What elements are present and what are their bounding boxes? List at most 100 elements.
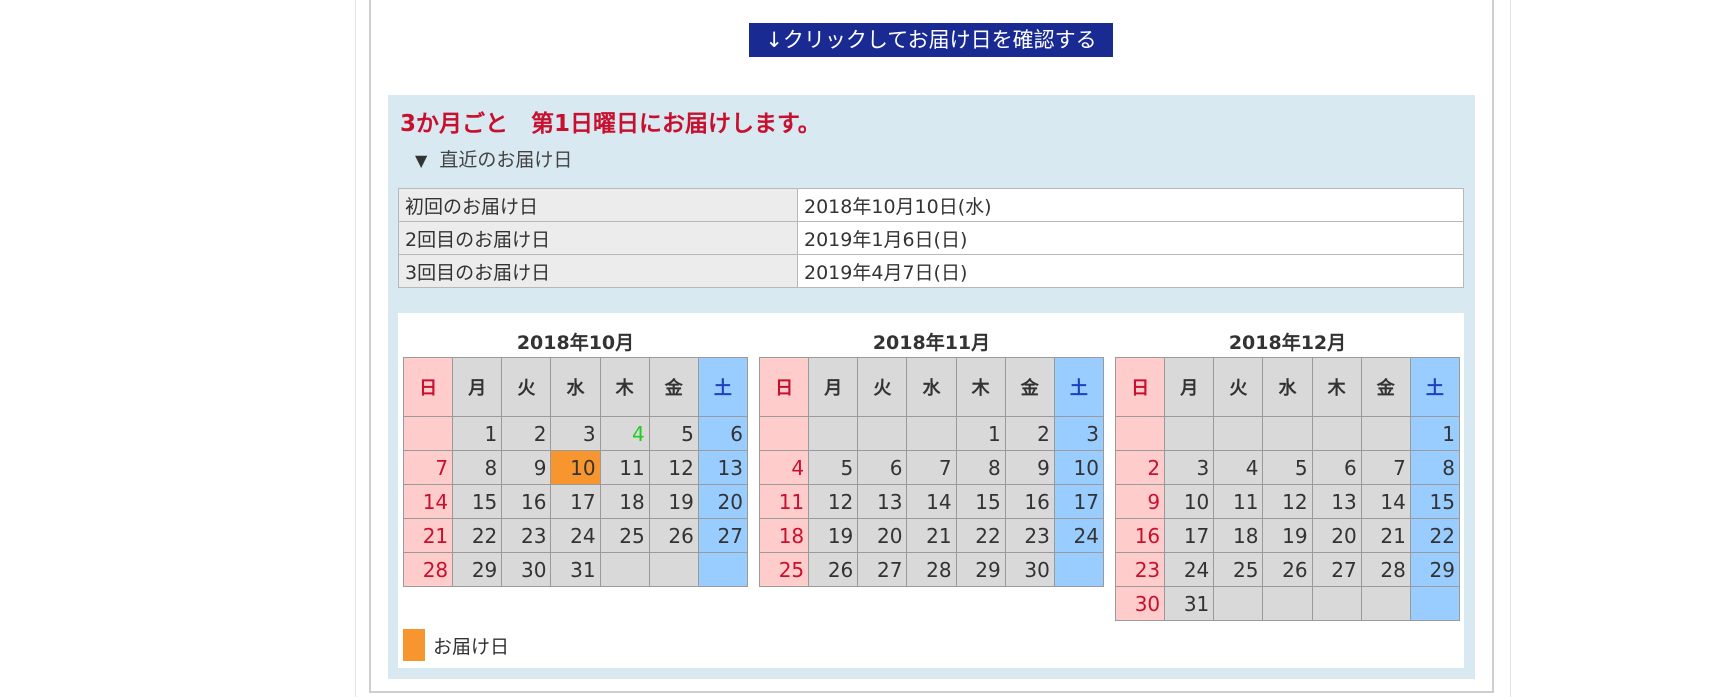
calendar-day: 21: [906, 518, 957, 553]
weekday-header: 金: [1360, 357, 1411, 417]
calendar-grid: 日月火水木金土 1 2 3 4 5 6 7 8 9 10 11 12 13 14 15 16 17 18 19 20 21…: [402, 357, 749, 587]
calendar-day: 28: [906, 552, 957, 587]
calendar-day: 16: [501, 484, 552, 519]
calendar-day: 4: [758, 450, 810, 485]
calendar-empty-cell: [697, 552, 749, 587]
calendar-day: 21: [1360, 518, 1411, 553]
calendar-day: 8: [452, 450, 503, 485]
weekday-header: 火: [501, 357, 552, 417]
calendar-day: 12: [808, 484, 859, 519]
delivery-date: 2019年4月7日(日): [797, 254, 1464, 288]
table-row: 3回目のお届け日 2019年4月7日(日): [398, 254, 1464, 288]
delivery-panel: 3か月ごと 第1日曜日にお届けします。 ▼ 直近のお届け日 初回のお届け日 201…: [388, 95, 1475, 679]
delivery-date: 2019年1月6日(日): [797, 221, 1464, 255]
calendar-day: 2: [1004, 416, 1055, 451]
calendar-empty-cell: [857, 416, 908, 451]
recent-deliveries-label: 直近のお届け日: [439, 149, 573, 171]
calendar-day: 30: [501, 552, 552, 587]
calendar-day: 7: [402, 450, 454, 485]
calendar-day: 1: [452, 416, 503, 451]
calendar-day: 11: [758, 484, 810, 519]
calendar-month: 2018年11月 日月火水木金土 1 2 3 4 5 6 7 8 9 10 11 12 13 14 15 16 1…: [758, 329, 1105, 587]
weekday-header-row: 日月火水木金土: [758, 357, 1105, 417]
weekday-header: 金: [648, 357, 699, 417]
calendar-day: 9: [1004, 450, 1055, 485]
delivery-schedule-title: 3か月ごと 第1日曜日にお届けします。: [400, 111, 821, 137]
calendar-day: 10: [1053, 450, 1105, 485]
calendar-week-row: 123: [758, 416, 1105, 451]
calendar-empty-cell: [1311, 416, 1362, 451]
calendar-day: 7: [906, 450, 957, 485]
calendar-day: 17: [550, 484, 601, 519]
calendar-day: 6: [697, 416, 749, 451]
calendar-day: 22: [1409, 518, 1461, 553]
calendar-day: 29: [452, 552, 503, 587]
recent-deliveries-toggle[interactable]: ▼ 直近のお届け日: [415, 145, 572, 172]
calendar-empty-cell: [402, 416, 454, 451]
calendar-empty-cell: [1114, 416, 1166, 451]
calendar-day: 22: [955, 518, 1006, 553]
calendar-empty-cell: [808, 416, 859, 451]
calendar-grid: 日月火水木金土 1 2 3 4 5 6 7 8 9 10 11 12 13 14 15 16 17 18 19 20 21…: [1114, 357, 1461, 621]
calendar-day: 2: [501, 416, 552, 451]
confirm-delivery-button[interactable]: ↓クリックしてお届け日を確認する: [749, 23, 1113, 57]
delivery-label: 3回目のお届け日: [398, 254, 798, 288]
calendar-week-row: 2345678: [1114, 450, 1461, 485]
weekday-header: 月: [452, 357, 503, 417]
calendar-week-row: 28 29 30 31: [402, 552, 749, 587]
calendar-day: 30: [1114, 586, 1166, 621]
weekday-header: 日: [758, 357, 810, 417]
calendar-day: 15: [1409, 484, 1461, 519]
calendar-day: 16: [1114, 518, 1166, 553]
calendar-day: 9: [501, 450, 552, 485]
calendar-day: 8: [1409, 450, 1461, 485]
calendar-day: 24: [1164, 552, 1215, 587]
calendar-day: 27: [857, 552, 908, 587]
calendar-day: 21: [402, 518, 454, 553]
delivery-dates-table: 初回のお届け日 2018年10月10日(水) 2回目のお届け日 2019年1月6…: [398, 188, 1464, 288]
calendar-week-row: 14 15 16 17 18 19 20: [402, 484, 749, 519]
calendar-day: 15: [955, 484, 1006, 519]
calendar-empty-cell: [1213, 416, 1264, 451]
calendar-week-row: 21 22 23 24 25 26 27: [402, 518, 749, 553]
weekday-header: 月: [1164, 357, 1215, 417]
calendar-week-row: 123456: [402, 416, 749, 451]
calendar-day: 14: [402, 484, 454, 519]
calendar-day: 3: [1053, 416, 1105, 451]
calendar-week-row: 1: [1114, 416, 1461, 451]
legend-label: お届け日: [433, 635, 510, 658]
calendar-day: 24: [1053, 518, 1105, 553]
weekday-header: 土: [697, 357, 749, 417]
calendar-day: 13: [697, 450, 749, 485]
calendar-day: 19: [1262, 518, 1313, 553]
calendar-empty-cell: [906, 416, 957, 451]
table-row: 初回のお届け日 2018年10月10日(水): [398, 188, 1464, 222]
calendar-week-row: 11 12 13 14 15 16 17: [758, 484, 1105, 519]
delivery-date: 2018年10月10日(水): [797, 188, 1464, 222]
calendar-empty-cell: [1213, 586, 1264, 621]
calendar-day: 19: [648, 484, 699, 519]
delivery-label: 初回のお届け日: [398, 188, 798, 222]
calendar-day: 10: [1164, 484, 1215, 519]
calendar-week-row: 7 8 9 10 11 12 13: [402, 450, 749, 485]
weekday-header: 火: [1213, 357, 1264, 417]
calendar-week-row: 18 19 20 21 22 23 24: [758, 518, 1105, 553]
weekday-header: 火: [857, 357, 908, 417]
weekday-header: 金: [1004, 357, 1055, 417]
calendar-day: 12: [648, 450, 699, 485]
calendar-day: 4: [599, 416, 650, 451]
calendar-day: 17: [1164, 518, 1215, 553]
weekday-header: 水: [1262, 357, 1313, 417]
weekday-header: 水: [550, 357, 601, 417]
calendar-day: 20: [1311, 518, 1362, 553]
calendar-title: 2018年10月: [516, 332, 635, 354]
calendar-day: 5: [648, 416, 699, 451]
calendar-empty-cell: [1311, 586, 1362, 621]
calendar-day: 25: [1213, 552, 1264, 587]
delivery-label: 2回目のお届け日: [398, 221, 798, 255]
calendar-day: 26: [1262, 552, 1313, 587]
calendar-month: 2018年10月 日月火水木金土 1 2 3 4 5 6 7 8 9 10 11 12 13 14 15 16 1…: [402, 329, 749, 587]
calendar-day: 23: [501, 518, 552, 553]
calendar-day: 18: [1213, 518, 1264, 553]
calendar-day: 11: [599, 450, 650, 485]
